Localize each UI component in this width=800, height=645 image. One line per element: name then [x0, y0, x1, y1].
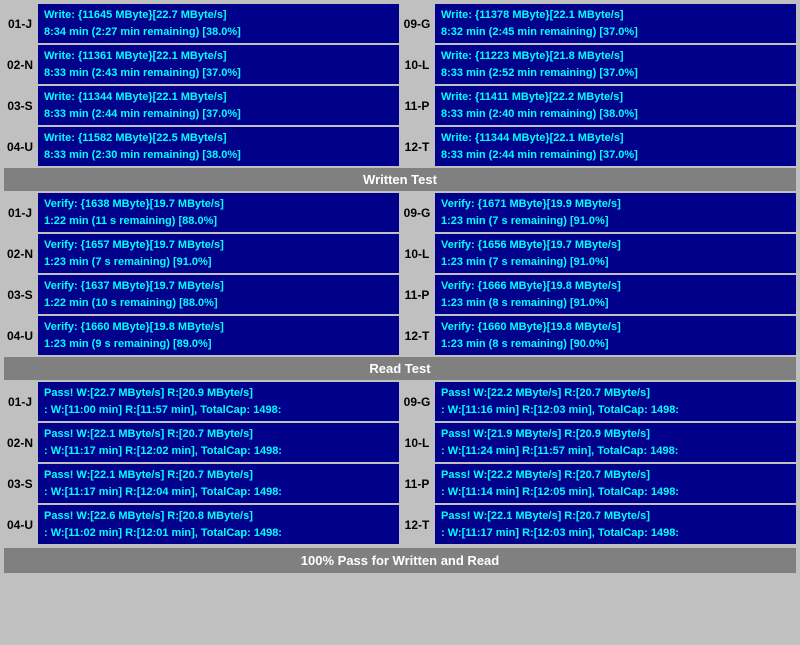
cell-id-right: 11-P [401, 464, 433, 503]
cell-data-left: Pass! W:[22.1 MByte/s] R:[20.7 MByte/s]:… [38, 423, 399, 462]
cell-data-left: Write: {11361 MByte}[22.1 MByte/s]8:33 m… [38, 45, 399, 84]
cell-id-right: 09-G [401, 193, 433, 232]
cell-id-left: 01-J [4, 4, 36, 43]
cell-id-right: 11-P [401, 86, 433, 125]
cell-id-left: 04-U [4, 505, 36, 544]
cell-id-right: 12-T [401, 505, 433, 544]
cell-id-right: 12-T [401, 316, 433, 355]
cell-id-right: 10-L [401, 234, 433, 273]
cell-data-left: Verify: {1660 MByte}[19.8 MByte/s]1:23 m… [38, 316, 399, 355]
cell-id-left: 02-N [4, 234, 36, 273]
cell-data-right: Write: {11411 MByte}[22.2 MByte/s]8:33 m… [435, 86, 796, 125]
cell-data-right: Pass! W:[21.9 MByte/s] R:[20.9 MByte/s]:… [435, 423, 796, 462]
table-row: 04-UPass! W:[22.6 MByte/s] R:[20.8 MByte… [4, 505, 796, 544]
cell-id-left: 01-J [4, 193, 36, 232]
table-row: 03-SVerify: {1637 MByte}[19.7 MByte/s]1:… [4, 275, 796, 314]
main-container: 01-JWrite: {11645 MByte}[22.7 MByte/s]8:… [0, 0, 800, 577]
cell-data-right: Pass! W:[22.1 MByte/s] R:[20.7 MByte/s]:… [435, 505, 796, 544]
cell-data-right: Verify: {1660 MByte}[19.8 MByte/s]1:23 m… [435, 316, 796, 355]
cell-data-left: Verify: {1638 MByte}[19.7 MByte/s]1:22 m… [38, 193, 399, 232]
cell-id-right: 09-G [401, 382, 433, 421]
read-test-label: Read Test [4, 357, 796, 380]
pass-summary-label: 100% Pass for Written and Read [4, 548, 796, 573]
table-row: 01-JWrite: {11645 MByte}[22.7 MByte/s]8:… [4, 4, 796, 43]
cell-data-left: Write: {11582 MByte}[22.5 MByte/s]8:33 m… [38, 127, 399, 166]
cell-data-left: Verify: {1637 MByte}[19.7 MByte/s]1:22 m… [38, 275, 399, 314]
cell-data-right: Pass! W:[22.2 MByte/s] R:[20.7 MByte/s]:… [435, 464, 796, 503]
cell-data-right: Write: {11344 MByte}[22.1 MByte/s]8:33 m… [435, 127, 796, 166]
table-row: 01-JVerify: {1638 MByte}[19.7 MByte/s]1:… [4, 193, 796, 232]
read-section: 01-JPass! W:[22.7 MByte/s] R:[20.9 MByte… [4, 382, 796, 544]
cell-data-left: Verify: {1657 MByte}[19.7 MByte/s]1:23 m… [38, 234, 399, 273]
cell-id-left: 01-J [4, 382, 36, 421]
cell-id-left: 03-S [4, 464, 36, 503]
cell-id-right: 10-L [401, 45, 433, 84]
cell-id-right: 09-G [401, 4, 433, 43]
cell-data-left: Pass! W:[22.1 MByte/s] R:[20.7 MByte/s]:… [38, 464, 399, 503]
cell-id-left: 03-S [4, 86, 36, 125]
written-test-label: Written Test [4, 168, 796, 191]
cell-id-right: 12-T [401, 127, 433, 166]
cell-id-left: 04-U [4, 127, 36, 166]
cell-id-right: 11-P [401, 275, 433, 314]
table-row: 02-NVerify: {1657 MByte}[19.7 MByte/s]1:… [4, 234, 796, 273]
cell-id-left: 02-N [4, 45, 36, 84]
table-row: 03-SPass! W:[22.1 MByte/s] R:[20.7 MByte… [4, 464, 796, 503]
cell-data-left: Write: {11344 MByte}[22.1 MByte/s]8:33 m… [38, 86, 399, 125]
cell-data-right: Verify: {1671 MByte}[19.9 MByte/s]1:23 m… [435, 193, 796, 232]
cell-data-left: Pass! W:[22.6 MByte/s] R:[20.8 MByte/s]:… [38, 505, 399, 544]
table-row: 02-NPass! W:[22.1 MByte/s] R:[20.7 MByte… [4, 423, 796, 462]
table-row: 01-JPass! W:[22.7 MByte/s] R:[20.9 MByte… [4, 382, 796, 421]
table-row: 04-UVerify: {1660 MByte}[19.8 MByte/s]1:… [4, 316, 796, 355]
verify-section: 01-JVerify: {1638 MByte}[19.7 MByte/s]1:… [4, 193, 796, 355]
cell-data-left: Pass! W:[22.7 MByte/s] R:[20.9 MByte/s]:… [38, 382, 399, 421]
cell-id-left: 02-N [4, 423, 36, 462]
cell-id-left: 04-U [4, 316, 36, 355]
cell-id-right: 10-L [401, 423, 433, 462]
cell-data-right: Write: {11223 MByte}[21.8 MByte/s]8:33 m… [435, 45, 796, 84]
cell-data-right: Verify: {1666 MByte}[19.8 MByte/s]1:23 m… [435, 275, 796, 314]
table-row: 04-UWrite: {11582 MByte}[22.5 MByte/s]8:… [4, 127, 796, 166]
table-row: 02-NWrite: {11361 MByte}[22.1 MByte/s]8:… [4, 45, 796, 84]
cell-data-right: Verify: {1656 MByte}[19.7 MByte/s]1:23 m… [435, 234, 796, 273]
cell-id-left: 03-S [4, 275, 36, 314]
write-section: 01-JWrite: {11645 MByte}[22.7 MByte/s]8:… [4, 4, 796, 166]
cell-data-right: Pass! W:[22.2 MByte/s] R:[20.7 MByte/s]:… [435, 382, 796, 421]
cell-data-right: Write: {11378 MByte}[22.1 MByte/s]8:32 m… [435, 4, 796, 43]
table-row: 03-SWrite: {11344 MByte}[22.1 MByte/s]8:… [4, 86, 796, 125]
cell-data-left: Write: {11645 MByte}[22.7 MByte/s]8:34 m… [38, 4, 399, 43]
